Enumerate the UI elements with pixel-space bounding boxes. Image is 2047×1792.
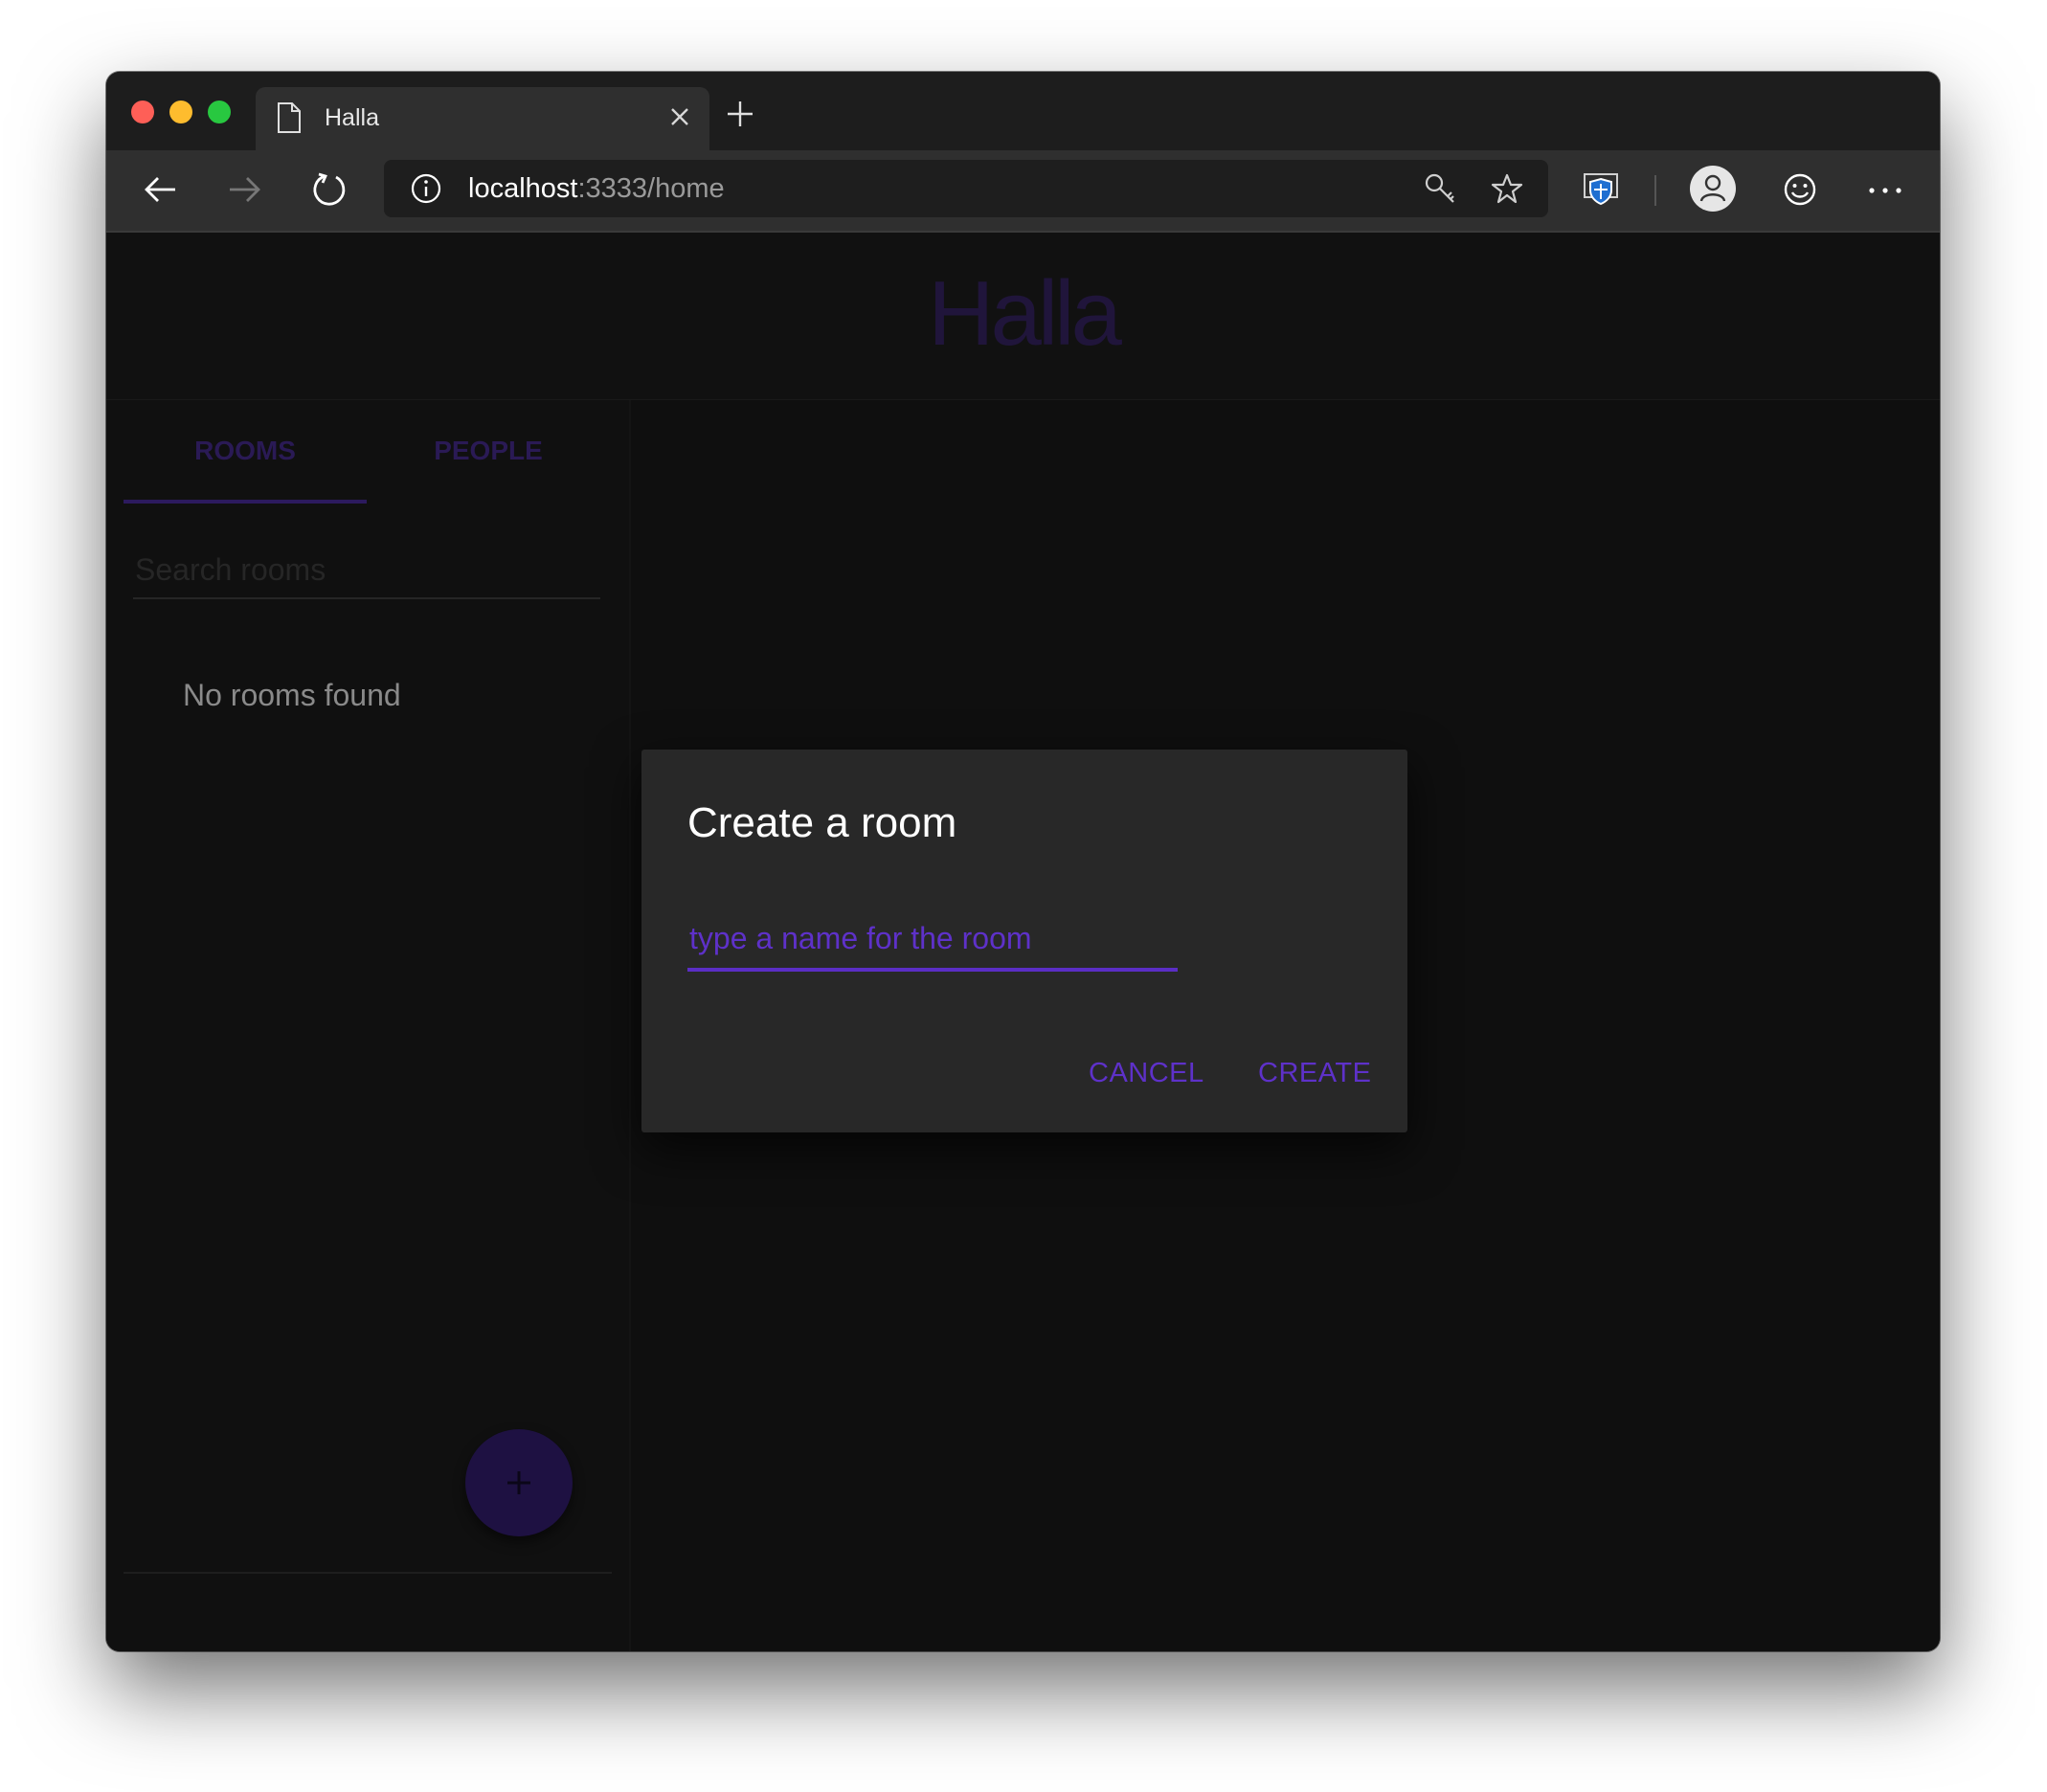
app-title: Halla (928, 262, 1122, 365)
room-name-field (687, 910, 1181, 972)
forward-arrow-icon[interactable] (226, 171, 262, 213)
browser-window: Halla localhost:3333/home Halla ROOMS PE… (106, 72, 1940, 1651)
create-button[interactable]: CREATE (1247, 1046, 1383, 1100)
more-options-icon[interactable] (1868, 183, 1902, 200)
sidebar-divider (124, 1572, 612, 1574)
sidebar: ROOMS PEOPLE No rooms found (106, 400, 631, 1651)
tab-rooms[interactable]: ROOMS (124, 400, 367, 502)
tab-title: Halla (325, 104, 379, 131)
url-host: localhost (468, 173, 578, 204)
maximize-window-button[interactable] (208, 101, 231, 123)
browser-toolbar: localhost:3333/home (106, 150, 1940, 233)
close-window-button[interactable] (131, 101, 154, 123)
create-room-dialog: Create a room CANCEL CREATE (641, 750, 1407, 1132)
active-tab-indicator (124, 500, 367, 504)
back-arrow-icon[interactable] (143, 171, 179, 213)
tab-strip: Halla (106, 72, 1940, 150)
feedback-smiley-icon[interactable] (1782, 171, 1818, 213)
page-content: Halla ROOMS PEOPLE No rooms found Create… (106, 233, 1940, 1651)
room-name-input[interactable] (687, 910, 1181, 966)
key-icon[interactable] (1424, 172, 1456, 210)
search-field (133, 544, 604, 599)
page-icon (277, 102, 302, 138)
plus-icon (494, 1458, 544, 1512)
tab-people[interactable]: PEOPLE (367, 400, 610, 502)
favorite-star-icon[interactable] (1491, 172, 1523, 210)
new-tab-icon[interactable] (727, 101, 754, 132)
empty-rooms-message: No rooms found (183, 678, 401, 712)
sidebar-tabs: ROOMS PEOPLE (124, 400, 612, 505)
shield-extension-icon[interactable] (1582, 169, 1620, 213)
dialog-title: Create a room (687, 799, 957, 846)
browser-tab[interactable]: Halla (256, 87, 709, 150)
profile-avatar[interactable] (1690, 166, 1736, 212)
reload-icon[interactable] (311, 171, 348, 213)
site-info-icon[interactable] (411, 173, 441, 209)
app-header: Halla (106, 233, 1940, 400)
toolbar-separator (1654, 175, 1656, 206)
url-text[interactable]: localhost:3333/home (468, 173, 725, 205)
add-room-button[interactable] (465, 1429, 573, 1536)
search-rooms-input[interactable] (133, 544, 604, 595)
minimize-window-button[interactable] (169, 101, 192, 123)
url-path: :3333/home (577, 173, 725, 204)
cancel-button[interactable]: CANCEL (1077, 1046, 1216, 1100)
address-bar[interactable]: localhost:3333/home (384, 160, 1548, 217)
close-tab-icon[interactable] (669, 106, 690, 132)
